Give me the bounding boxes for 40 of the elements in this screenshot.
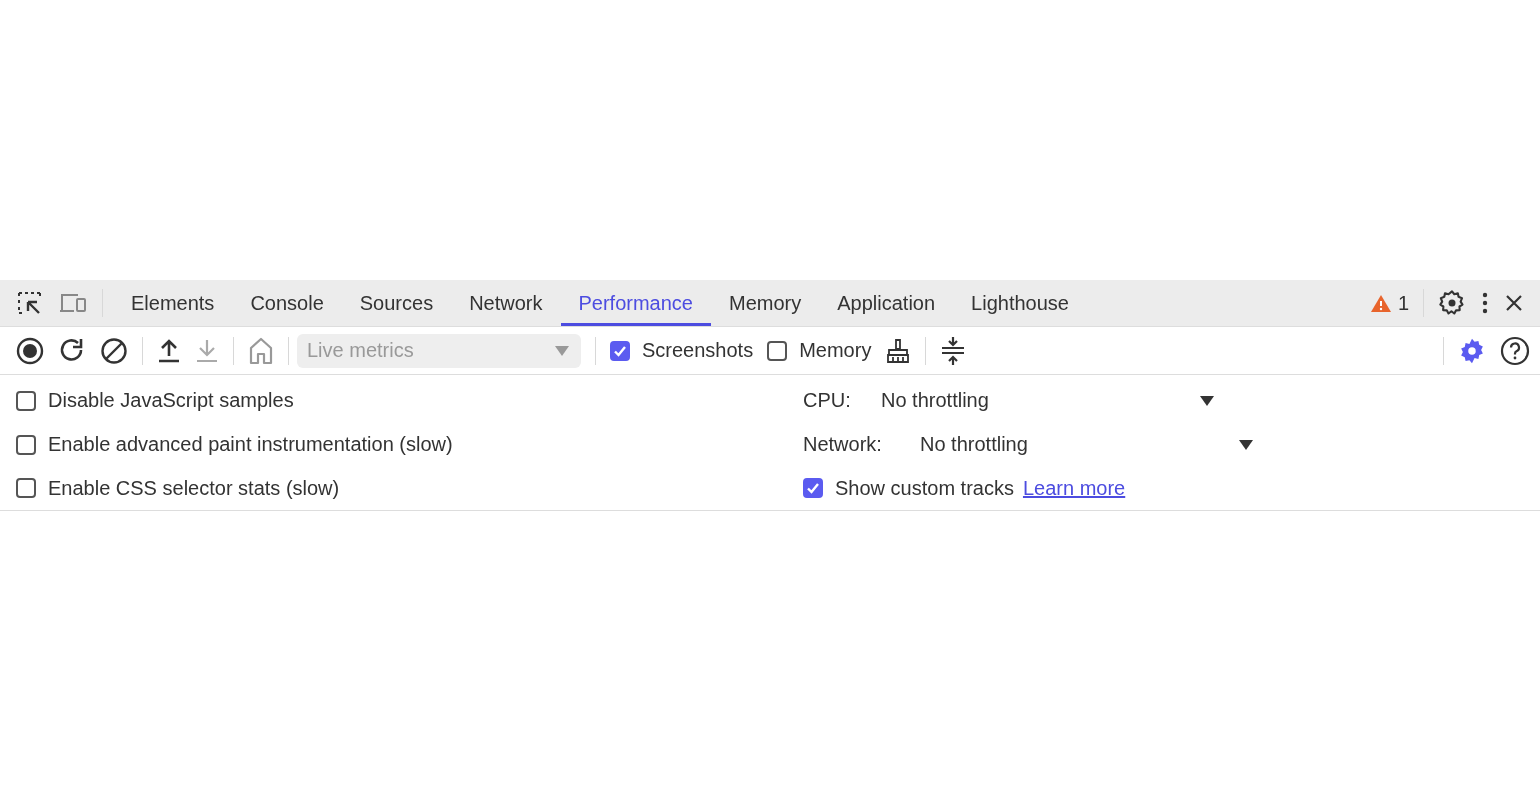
checkbox-label: Show custom tracks bbox=[835, 476, 1014, 500]
checkbox[interactable] bbox=[16, 390, 36, 411]
record-icon[interactable] bbox=[16, 336, 44, 365]
checkbox-label: Screenshots bbox=[642, 339, 754, 362]
checkbox[interactable] bbox=[803, 478, 823, 499]
checkbox[interactable] bbox=[16, 434, 36, 455]
checkbox[interactable] bbox=[610, 340, 630, 361]
caret-icon bbox=[1200, 395, 1214, 406]
checkbox-label: Memory bbox=[799, 339, 872, 362]
panel-tab[interactable]: Elements bbox=[113, 280, 233, 326]
help-icon[interactable] bbox=[1500, 335, 1530, 366]
network-label: Network: bbox=[803, 433, 883, 456]
more-options-icon[interactable] bbox=[1480, 291, 1490, 315]
warning-icon bbox=[1369, 293, 1392, 313]
learn-more-link[interactable]: Learn more bbox=[1022, 476, 1126, 500]
checkbox-label: Enable advanced paint instrumentation (slow) bbox=[48, 433, 453, 456]
clear-icon[interactable] bbox=[100, 336, 128, 365]
checkbox[interactable] bbox=[16, 478, 36, 499]
warning-count-button[interactable]: 1 bbox=[1369, 291, 1409, 315]
cpu-throttling-dropdown[interactable]: No throttling bbox=[881, 389, 1214, 413]
cpu-label: CPU: bbox=[803, 389, 852, 413]
panel-tab[interactable]: Network bbox=[451, 280, 561, 326]
close-icon[interactable] bbox=[1504, 293, 1524, 313]
capture-settings-icon[interactable] bbox=[1458, 336, 1486, 365]
broom-icon[interactable] bbox=[885, 337, 912, 364]
inspect-element-icon[interactable] bbox=[16, 290, 44, 316]
checkbox-label: Enable CSS selector stats (slow) bbox=[48, 476, 340, 500]
panel-tab[interactable]: Lighthouse bbox=[953, 280, 1087, 326]
panel-tab[interactable]: Application bbox=[819, 280, 954, 326]
checkbox-label: Disable JavaScript samples bbox=[48, 389, 294, 413]
checkbox[interactable] bbox=[767, 340, 788, 361]
caret-icon bbox=[1239, 439, 1253, 450]
panel-tab[interactable]: Sources bbox=[341, 280, 452, 326]
caret-icon bbox=[555, 345, 569, 356]
settings-icon[interactable] bbox=[1438, 289, 1466, 317]
panel-tab[interactable]: Console bbox=[232, 280, 342, 326]
panel-tab[interactable]: Memory bbox=[711, 280, 820, 326]
collapse-icon[interactable] bbox=[940, 335, 967, 366]
network-throttling-dropdown[interactable]: No throttling bbox=[920, 433, 1253, 456]
upload-icon[interactable] bbox=[157, 337, 181, 364]
